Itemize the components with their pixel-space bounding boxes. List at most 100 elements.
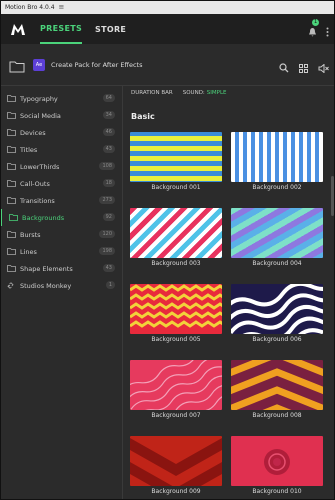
folder-icon [7, 163, 16, 170]
count-badge: 198 [99, 247, 115, 255]
preset-label: Background 001 [151, 184, 201, 191]
sidebar-item-label: Typography [20, 94, 58, 103]
preset-label: Background 008 [252, 412, 302, 419]
preset-thumbnail [130, 436, 222, 486]
sidebar-item-lowerthirds[interactable]: LowerThirds 108 [0, 158, 122, 175]
tab-store[interactable]: STORE [95, 14, 126, 44]
more-options-icon[interactable] [326, 22, 329, 41]
circles-pattern [264, 449, 290, 475]
folder-icon [7, 180, 16, 187]
notification-badge: 1 [312, 19, 320, 26]
sidebar-item-studios-monkey[interactable]: Studios Monkey 1 [0, 277, 122, 294]
preset-label: Background 003 [151, 260, 201, 267]
count-badge: 64 [102, 94, 115, 102]
window-title: Motion Bro 4.0.4 [5, 3, 55, 11]
create-pack-icon[interactable]: Ae [33, 58, 45, 71]
preset-label: Background 006 [252, 336, 302, 343]
section-title: Basic [131, 112, 155, 121]
count-badge: 46 [102, 128, 115, 136]
sidebar-item-label: LowerThirds [20, 162, 60, 171]
sidebar-item-transitions[interactable]: Transitions 273 [0, 192, 122, 209]
search-icon[interactable] [279, 58, 289, 77]
preset-thumbnail [130, 284, 222, 334]
preset-card-006[interactable]: Background 006 [231, 284, 323, 344]
sidebar-item-backgrounds[interactable]: Backgrounds 92 [0, 209, 122, 226]
count-badge: 43 [102, 264, 115, 272]
sidebar-item-label: Shape Elements [20, 264, 73, 273]
scrollbar-thumb[interactable] [331, 176, 334, 216]
count-badge: 18 [102, 179, 115, 187]
folder-icon [9, 214, 18, 221]
chevron-pattern [231, 360, 323, 410]
volume-mute-icon[interactable] [318, 58, 329, 77]
count-badge: 108 [99, 162, 115, 170]
window-titlebar: Motion Bro 4.0.4 ≡ [0, 0, 335, 14]
create-pack-link[interactable]: Create Pack for After Effects [51, 61, 142, 69]
count-badge: 1 [105, 281, 115, 289]
count-badge: 43 [102, 145, 115, 153]
count-badge: 34 [102, 111, 115, 119]
grid-view-icon[interactable] [299, 58, 308, 77]
sidebar-item-lines[interactable]: Lines 198 [0, 243, 122, 260]
sidebar-item-label: Social Media [20, 111, 61, 120]
preset-thumbnail [130, 360, 222, 410]
sidebar-item-label: Backgrounds [22, 213, 65, 222]
folder-icon [7, 197, 16, 204]
preset-thumbnail [231, 436, 323, 486]
sidebar-item-label: Transitions [20, 196, 55, 205]
sidebar-item-call-outs[interactable]: Call-Outs 18 [0, 175, 122, 192]
sidebar-item-label: Devices [20, 128, 46, 137]
preset-card-008[interactable]: Background 008 [231, 360, 323, 420]
sidebar-item-shape-elements[interactable]: Shape Elements 43 [0, 260, 122, 277]
sound-label: SOUND: [182, 90, 205, 96]
preset-card-005[interactable]: Background 005 [130, 284, 222, 344]
preset-label: Background 004 [252, 260, 302, 267]
sidebar-item-label: Call-Outs [20, 179, 50, 188]
link-icon [7, 282, 14, 289]
motion-bro-logo-icon [8, 19, 28, 39]
open-folder-icon[interactable] [9, 58, 25, 73]
sidebar-item-label: Titles [20, 145, 38, 154]
preset-thumbnail [231, 208, 323, 258]
preset-card-002[interactable]: Background 002 [231, 132, 323, 192]
preset-card-003[interactable]: Background 003 [130, 208, 222, 268]
preset-thumbnail [231, 284, 323, 334]
notifications-bell-icon[interactable]: 1 [308, 19, 320, 41]
squiggle-pattern [130, 360, 222, 410]
sidebar-item-typography[interactable]: Typography 64 [0, 90, 122, 107]
folder-icon [7, 231, 16, 238]
preset-label: Background 010 [252, 488, 302, 495]
folder-icon [7, 129, 16, 136]
tab-presets[interactable]: PRESETS [40, 14, 83, 44]
preset-thumbnail [130, 208, 222, 258]
toolbar: Ae Create Pack for After Effects [0, 44, 335, 86]
preset-label: Background 007 [151, 412, 201, 419]
sidebar-item-devices[interactable]: Devices 46 [0, 124, 122, 141]
duration-bar-toggle[interactable]: DURATION BAR [131, 90, 173, 96]
sidebar-item-label: Studios Monkey [20, 281, 72, 290]
preset-card-007[interactable]: Background 007 [130, 360, 222, 420]
preset-label: Background 005 [151, 336, 201, 343]
folder-icon [7, 95, 16, 102]
sidebar-item-label: Bursts [20, 230, 41, 239]
sound-value[interactable]: SIMPLE [207, 90, 227, 96]
count-badge: 273 [99, 196, 115, 204]
preset-thumbnail [231, 132, 323, 182]
preset-label: Background 002 [252, 184, 302, 191]
category-sidebar: Typography 64 Social Media 34 Devices 46 Ti… [0, 86, 123, 500]
sidebar-item-titles[interactable]: Titles 43 [0, 141, 122, 158]
sidebar-item-label: Lines [20, 247, 37, 256]
folder-icon [7, 248, 16, 255]
count-badge: 120 [99, 230, 115, 238]
zigzag-pattern [130, 284, 222, 328]
count-badge: 92 [102, 213, 115, 221]
sidebar-item-social-media[interactable]: Social Media 34 [0, 107, 122, 124]
preset-thumbnail [231, 360, 323, 410]
preset-card-010[interactable]: Background 010 [231, 436, 323, 496]
preset-card-004[interactable]: Background 004 [231, 208, 323, 268]
folder-icon [7, 265, 16, 272]
sidebar-item-bursts[interactable]: Bursts 120 [0, 226, 122, 243]
preset-card-009[interactable]: Background 009 [130, 436, 222, 496]
preset-card-001[interactable]: Background 001 [130, 132, 222, 192]
window-menu-icon[interactable]: ≡ [59, 3, 65, 11]
